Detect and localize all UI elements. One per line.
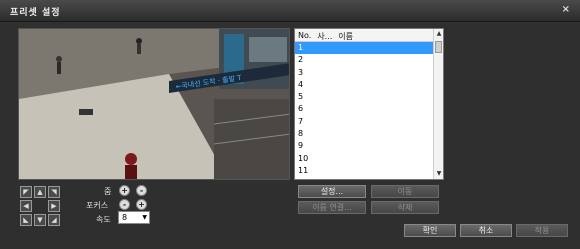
list-item[interactable]: 2	[295, 54, 434, 66]
zoom-out-icon[interactable]: -	[136, 185, 147, 196]
speed-value: 8	[122, 213, 128, 222]
delete-button[interactable]: 삭제	[371, 201, 439, 214]
list-item[interactable]: 3	[295, 67, 434, 79]
focus-near-icon[interactable]: -	[119, 199, 130, 210]
ptz-right-button[interactable]: ▶	[48, 200, 60, 212]
scroll-down-icon[interactable]: ▼	[434, 169, 444, 179]
set-button[interactable]: 설정...	[298, 185, 366, 198]
close-icon[interactable]: ×	[562, 4, 570, 15]
zoom-in-icon[interactable]: +	[119, 185, 130, 196]
scroll-up-icon[interactable]: ▲	[434, 29, 444, 39]
ok-button[interactable]: 확인	[404, 224, 456, 237]
focus-label: 포커스	[86, 201, 109, 210]
camera-image: ←국내선 도착 · 출발 T	[19, 29, 289, 179]
column-header-name[interactable]: 이름	[338, 31, 353, 41]
ptz-up-button[interactable]: ▲	[34, 186, 46, 198]
column-header-no[interactable]: No.	[298, 31, 311, 41]
list-item[interactable]: 8	[295, 128, 434, 140]
zoom-label: 줌	[104, 187, 112, 196]
ptz-pad: ◤ ▲ ◥ ◀ ▶ ◣ ▼ ◢	[20, 186, 62, 228]
list-item[interactable]: 5	[295, 91, 434, 103]
ptz-down-right-button[interactable]: ◢	[48, 214, 60, 226]
speed-label: 속도	[96, 215, 111, 224]
preset-list[interactable]: No. 사... 이름 1 2 3 4 5 6 7 8 9 10 11 ▲ ▼	[294, 28, 444, 180]
list-item[interactable]: 9	[295, 140, 434, 152]
ptz-up-right-button[interactable]: ◥	[48, 186, 60, 198]
cancel-button[interactable]: 취소	[460, 224, 512, 237]
apply-button[interactable]: 적용	[516, 224, 568, 237]
list-item[interactable]: 11	[295, 165, 434, 177]
camera-preview: ←국내선 도착 · 출발 T	[18, 28, 290, 180]
focus-far-icon[interactable]: +	[136, 199, 147, 210]
window-title: 프리셋 설정	[10, 8, 61, 18]
list-rows: 1 2 3 4 5 6 7 8 9 10 11	[295, 42, 434, 177]
ptz-up-left-button[interactable]: ◤	[20, 186, 32, 198]
title-bar: 프리셋 설정 ×	[0, 0, 580, 22]
list-item[interactable]: 6	[295, 103, 434, 115]
list-item[interactable]: 4	[295, 79, 434, 91]
list-item[interactable]: 7	[295, 116, 434, 128]
list-header: No. 사... 이름	[295, 29, 443, 42]
move-button[interactable]: 이동	[371, 185, 439, 198]
scroll-thumb[interactable]	[435, 41, 442, 53]
list-item[interactable]: 10	[295, 153, 434, 165]
chevron-down-icon[interactable]: ▼	[142, 212, 147, 223]
column-header-short[interactable]: 사...	[317, 31, 332, 41]
ptz-left-button[interactable]: ◀	[20, 200, 32, 212]
name-link-button[interactable]: 이름 연결...	[298, 201, 366, 214]
list-scrollbar[interactable]: ▲ ▼	[433, 29, 443, 179]
list-item[interactable]: 1	[295, 42, 434, 55]
speed-select[interactable]: 8 ▼	[118, 211, 150, 224]
ptz-down-button[interactable]: ▼	[34, 214, 46, 226]
ptz-down-left-button[interactable]: ◣	[20, 214, 32, 226]
